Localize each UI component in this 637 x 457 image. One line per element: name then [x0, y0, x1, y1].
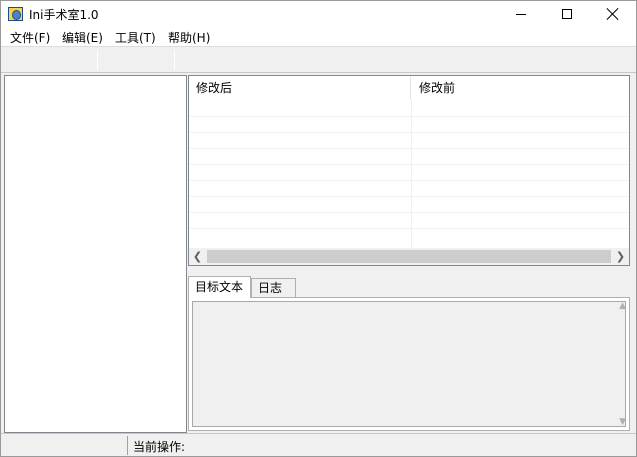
- current-operation-label: 当前操作:: [133, 440, 186, 454]
- scroll-right-arrow-icon[interactable]: ❯: [612, 248, 629, 265]
- scroll-up-arrow-icon[interactable]: ▲: [619, 301, 626, 311]
- maximize-icon: [562, 9, 572, 19]
- scroll-left-arrow-icon[interactable]: ❮: [189, 248, 206, 265]
- toolbar-separator: [174, 51, 175, 70]
- menu-bar: 文件(F) 编辑(E) 工具(T) 帮助(H): [1, 27, 636, 47]
- status-separator: [127, 436, 128, 455]
- tab-strip: 目标文本 日志: [188, 276, 630, 298]
- window-title: Ini手术室1.0: [29, 8, 99, 22]
- minimize-button[interactable]: [498, 1, 544, 27]
- status-bar: 当前操作:: [1, 433, 636, 456]
- table-row: [189, 180, 629, 196]
- maximize-button[interactable]: [544, 1, 590, 27]
- tab-target-text[interactable]: 目标文本: [188, 276, 251, 298]
- table-row: [189, 164, 629, 180]
- column-divider: [411, 100, 412, 249]
- diff-list-view[interactable]: 修改后 修改前 ❮ ❯: [188, 75, 630, 266]
- menu-tools[interactable]: 工具(T): [115, 29, 156, 46]
- target-text-area[interactable]: [192, 301, 626, 427]
- table-row: [189, 196, 629, 212]
- close-icon: [607, 8, 619, 20]
- list-body: [189, 100, 629, 249]
- menu-edit[interactable]: 编辑(E): [62, 29, 103, 46]
- menu-file[interactable]: 文件(F): [10, 29, 50, 46]
- tree-panel[interactable]: [4, 75, 187, 433]
- table-row: [189, 228, 629, 244]
- horizontal-scrollbar[interactable]: ❮ ❯: [189, 248, 629, 265]
- table-row: [189, 132, 629, 148]
- app-icon: [8, 7, 23, 21]
- column-header-before[interactable]: 修改前: [412, 76, 629, 100]
- toolbar-separator: [97, 51, 98, 70]
- toolbar: [1, 48, 636, 73]
- table-row: [189, 148, 629, 164]
- title-bar[interactable]: Ini手术室1.0: [1, 1, 636, 27]
- scrollbar-thumb[interactable]: [207, 250, 611, 263]
- tab-log[interactable]: 日志: [251, 278, 296, 297]
- minimize-icon: [516, 13, 526, 15]
- menu-help[interactable]: 帮助(H): [168, 29, 210, 46]
- list-header: 修改后 修改前: [189, 76, 629, 100]
- table-row: [189, 212, 629, 228]
- table-row: [189, 116, 629, 132]
- main-window: Ini手术室1.0 文件(F) 编辑(E) 工具(T) 帮助(H) 修改后 修改…: [0, 0, 637, 457]
- column-header-after[interactable]: 修改后: [189, 76, 411, 100]
- close-button[interactable]: [590, 1, 636, 27]
- tab-panel: ▲ ▼: [188, 297, 630, 431]
- scroll-down-arrow-icon[interactable]: ▼: [619, 417, 626, 427]
